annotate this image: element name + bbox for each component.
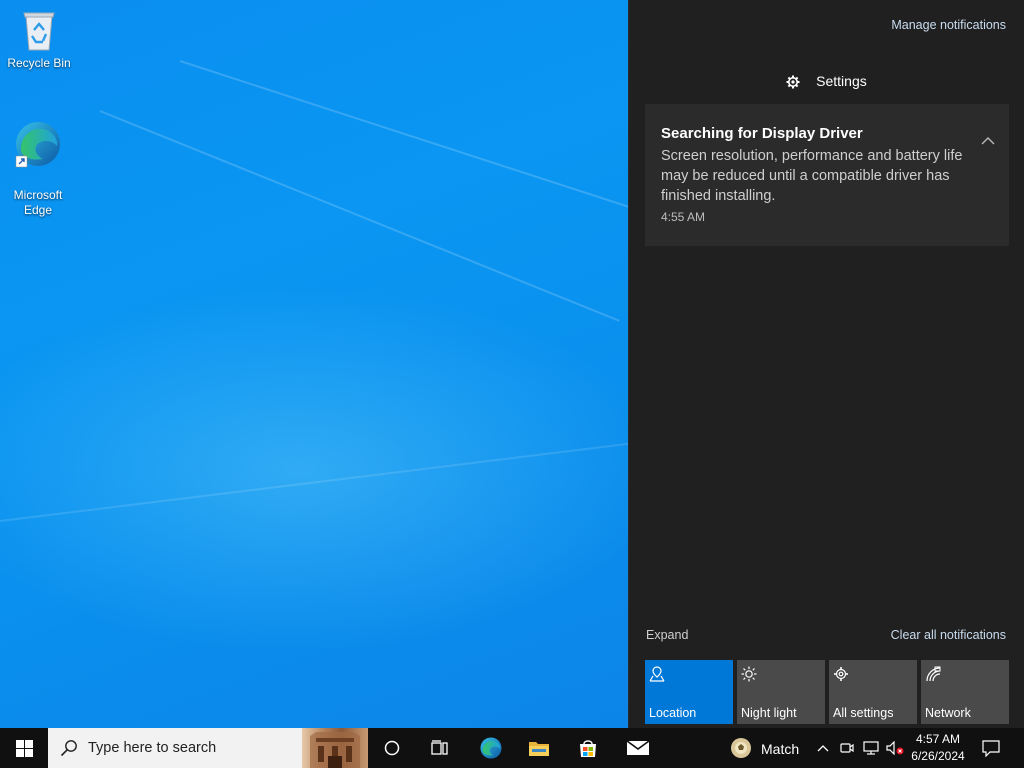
microsoft-edge-label: Microsoft Edge xyxy=(13,188,63,217)
task-view-icon xyxy=(431,740,448,755)
search-icon xyxy=(60,740,77,757)
quick-action-network[interactable]: Network xyxy=(921,660,1009,724)
clock-time: 4:57 AM xyxy=(915,732,961,746)
windows-logo-icon xyxy=(15,739,33,757)
soccer-ball-icon xyxy=(731,738,751,758)
taskbar-file-explorer-button[interactable] xyxy=(518,728,560,768)
clear-all-notifications-link[interactable]: Clear all notifications xyxy=(891,628,1006,642)
file-explorer-icon xyxy=(529,742,549,756)
news-widget-label[interactable]: Match xyxy=(761,741,799,757)
news-widget-button[interactable] xyxy=(724,728,758,768)
recycle-bin-icon xyxy=(23,12,55,51)
volume-button[interactable] xyxy=(884,728,906,768)
notification-group-header: Settings xyxy=(629,73,1024,89)
chevron-up-icon xyxy=(817,745,829,752)
start-button[interactable] xyxy=(0,728,48,768)
chevron-up-icon[interactable] xyxy=(981,136,995,146)
quick-action-night-light[interactable]: Night light xyxy=(737,660,825,724)
meet-now-icon xyxy=(840,743,854,753)
search-placeholder: Type here to search xyxy=(88,740,217,756)
recycle-bin-shortcut[interactable]: Recycle Bin xyxy=(3,8,75,71)
cortana-icon xyxy=(384,740,400,756)
volume-muted-icon xyxy=(886,741,904,755)
quick-action-label: Network xyxy=(925,706,971,720)
taskbar: Type here to search Match 4:57 AM 6/26/2… xyxy=(0,728,1024,768)
wallpaper-light-beam xyxy=(179,60,675,223)
store-icon xyxy=(580,740,596,757)
notification-icon xyxy=(982,739,1000,757)
network-icon xyxy=(926,666,941,682)
edge-icon xyxy=(15,122,60,168)
notification-group-title: Settings xyxy=(816,73,867,89)
taskbar-mail-button[interactable] xyxy=(616,728,660,768)
show-hidden-icons-button[interactable] xyxy=(814,728,832,768)
taskbar-clock[interactable]: 4:57 AM 6/26/2024 xyxy=(908,731,968,765)
meet-now-button[interactable] xyxy=(838,728,856,768)
wallpaper-light-beam xyxy=(99,110,620,322)
quick-actions: Location Night light All settings Networ… xyxy=(645,660,1011,724)
wired-network-icon xyxy=(863,741,879,755)
task-view-button[interactable] xyxy=(420,728,460,768)
location-icon xyxy=(649,666,665,682)
action-center-panel: Manage notifications Settings Searching … xyxy=(628,0,1024,728)
quick-action-all-settings[interactable]: All settings xyxy=(829,660,917,724)
action-center-button[interactable] xyxy=(972,728,1010,768)
notification-body: Screen resolution, performance and batte… xyxy=(661,148,963,204)
night-light-icon xyxy=(741,666,757,682)
microsoft-edge-shortcut[interactable]: Microsoft Edge xyxy=(2,104,74,218)
taskbar-store-button[interactable] xyxy=(566,728,610,768)
gear-icon xyxy=(786,75,800,89)
mail-icon xyxy=(626,740,650,755)
quick-action-label: Night light xyxy=(741,706,797,720)
manage-notifications-link[interactable]: Manage notifications xyxy=(891,18,1006,32)
clock-date: 6/26/2024 xyxy=(911,749,965,763)
quick-action-location[interactable]: Location xyxy=(645,660,733,724)
recycle-bin-label: Recycle Bin xyxy=(7,56,71,70)
wallpaper-light-beam xyxy=(0,442,636,522)
taskbar-search-box[interactable]: Type here to search xyxy=(48,728,368,768)
notification-card[interactable]: Searching for Display Driver Screen reso… xyxy=(645,104,1009,246)
search-highlight-image xyxy=(302,728,368,768)
cortana-button[interactable] xyxy=(372,728,412,768)
network-status-button[interactable] xyxy=(860,728,882,768)
expand-quick-actions-link[interactable]: Expand xyxy=(646,628,688,642)
quick-action-label: All settings xyxy=(833,706,894,720)
taskbar-edge-button[interactable] xyxy=(470,728,512,768)
quick-action-label: Location xyxy=(649,706,697,720)
gear-icon xyxy=(834,667,848,681)
notification-title: Searching for Display Driver xyxy=(661,125,863,142)
edge-icon xyxy=(480,737,502,759)
notification-time: 4:55 AM xyxy=(661,210,706,224)
